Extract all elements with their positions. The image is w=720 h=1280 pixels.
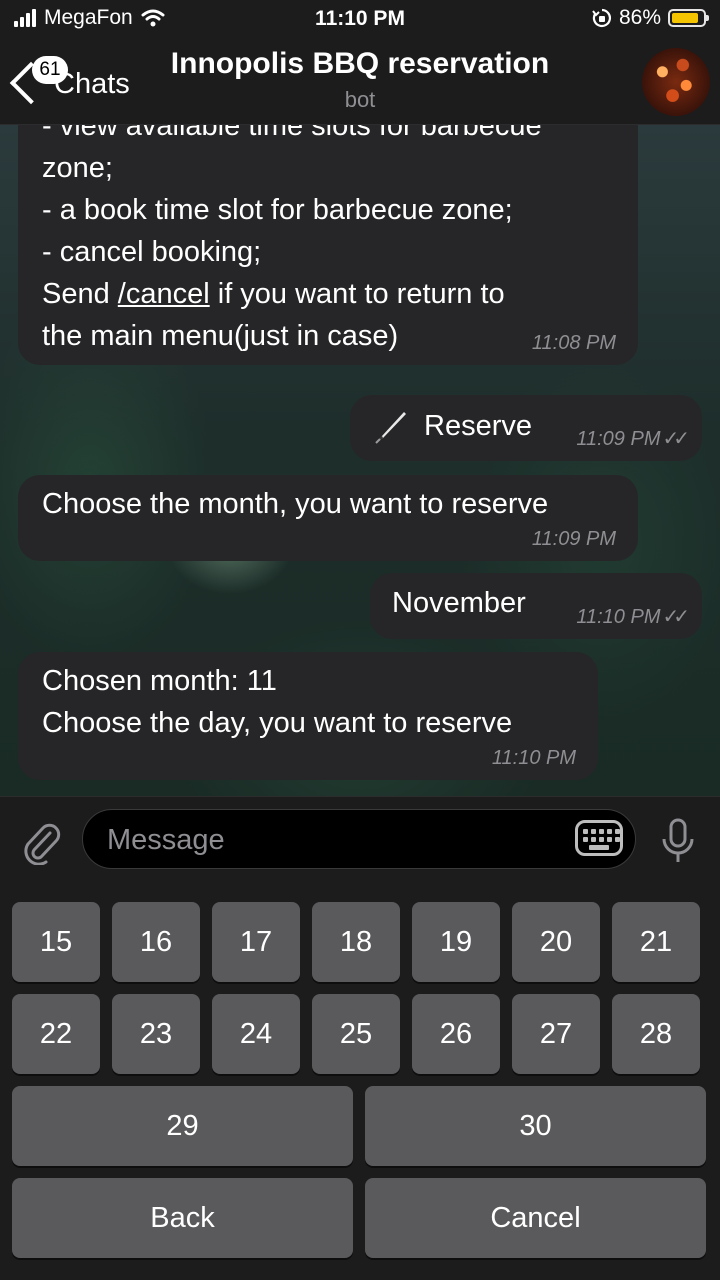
day-key[interactable]: 24: [212, 994, 300, 1074]
message-time: 11:09 PM ✓✓: [576, 427, 690, 451]
message-incoming[interactable]: Choose the month, you want to reserve 11…: [18, 475, 638, 561]
back-key[interactable]: Back: [12, 1178, 353, 1258]
message-line: Send /cancel if you want to return to: [42, 273, 632, 315]
double-check-icon: ✓✓: [662, 428, 689, 450]
day-key[interactable]: 20: [512, 902, 600, 982]
status-right: 86%: [592, 6, 709, 30]
chat-header: Chats 61 Innopolis BBQ reservation bot: [0, 40, 720, 125]
composer: [0, 796, 720, 885]
keyboard-icon[interactable]: [575, 820, 623, 856]
message-line: - a book time slot for barbecue zone;: [42, 194, 513, 226]
day-key[interactable]: 29: [12, 1086, 353, 1166]
paperclip-icon[interactable]: [20, 819, 62, 865]
battery-percent: 86%: [618, 6, 661, 29]
status-bar: MegaFon 11:10 PM 86%: [0, 0, 720, 40]
day-key[interactable]: 19: [412, 902, 500, 982]
microphone-icon[interactable]: [660, 817, 696, 865]
day-key[interactable]: 26: [412, 994, 500, 1074]
day-key[interactable]: 22: [12, 994, 100, 1074]
message-time-text: 11:09 PM: [576, 428, 661, 450]
message-time: 11:09 PM: [531, 528, 616, 550]
message-input[interactable]: [105, 810, 559, 870]
day-key[interactable]: 18: [312, 902, 400, 982]
day-key[interactable]: 28: [612, 994, 700, 1074]
day-key[interactable]: 16: [112, 902, 200, 982]
message-text: November: [392, 587, 526, 619]
cancel-key[interactable]: Cancel: [365, 1178, 706, 1258]
pen-icon: [375, 412, 406, 444]
orientation-lock-icon: [592, 8, 611, 28]
message-field[interactable]: [82, 809, 636, 870]
day-key[interactable]: 21: [612, 902, 700, 982]
day-key[interactable]: 17: [212, 902, 300, 982]
reply-keyboard: 15 16 17 18 19 20 21 22 23 24 25 26 27 2…: [0, 884, 720, 1280]
message-line: Choose the day, you want to reserve: [42, 707, 513, 739]
message-outgoing[interactable]: Reserve 11:09 PM ✓✓: [350, 395, 702, 461]
chat-subtitle: bot: [344, 87, 376, 112]
message-time: 11:08 PM: [531, 332, 616, 354]
message-line: - cancel booking;: [42, 236, 262, 268]
avatar[interactable]: [642, 48, 710, 116]
day-key[interactable]: 15: [12, 902, 100, 982]
message-line: - view available time slots for barbecue: [42, 125, 542, 142]
message-text: Reserve: [424, 410, 532, 442]
message-time-text: 11:10 PM: [576, 606, 661, 628]
message-line: Chosen month: 11: [42, 665, 277, 697]
message-text-segment: Send: [42, 278, 118, 310]
cancel-command-link[interactable]: /cancel: [118, 278, 210, 310]
day-key[interactable]: 25: [312, 994, 400, 1074]
message-time: 11:10 PM ✓✓: [576, 605, 690, 629]
double-check-icon: ✓✓: [662, 606, 689, 628]
message-time: 11:10 PM: [491, 747, 576, 769]
message-text: Choose the month, you want to reserve: [42, 488, 549, 520]
message-list[interactable]: - view available time slots for barbecue…: [0, 125, 720, 796]
day-key[interactable]: 30: [365, 1086, 706, 1166]
day-key[interactable]: 23: [112, 994, 200, 1074]
battery-icon: [668, 9, 709, 27]
message-text: Chosen month: 11 Choose the day, you wan…: [42, 660, 512, 744]
message-line: zone;: [42, 152, 113, 184]
message-text: - view available time slots for barbecue…: [42, 125, 632, 357]
day-key[interactable]: 27: [512, 994, 600, 1074]
chat-title[interactable]: Innopolis BBQ reservation: [0, 47, 720, 81]
message-incoming[interactable]: - view available time slots for barbecue…: [18, 125, 638, 365]
message-incoming[interactable]: Chosen month: 11 Choose the day, you wan…: [18, 652, 598, 780]
message-outgoing[interactable]: November 11:10 PM ✓✓: [370, 573, 702, 639]
message-text-segment: if you want to return to: [209, 278, 505, 310]
